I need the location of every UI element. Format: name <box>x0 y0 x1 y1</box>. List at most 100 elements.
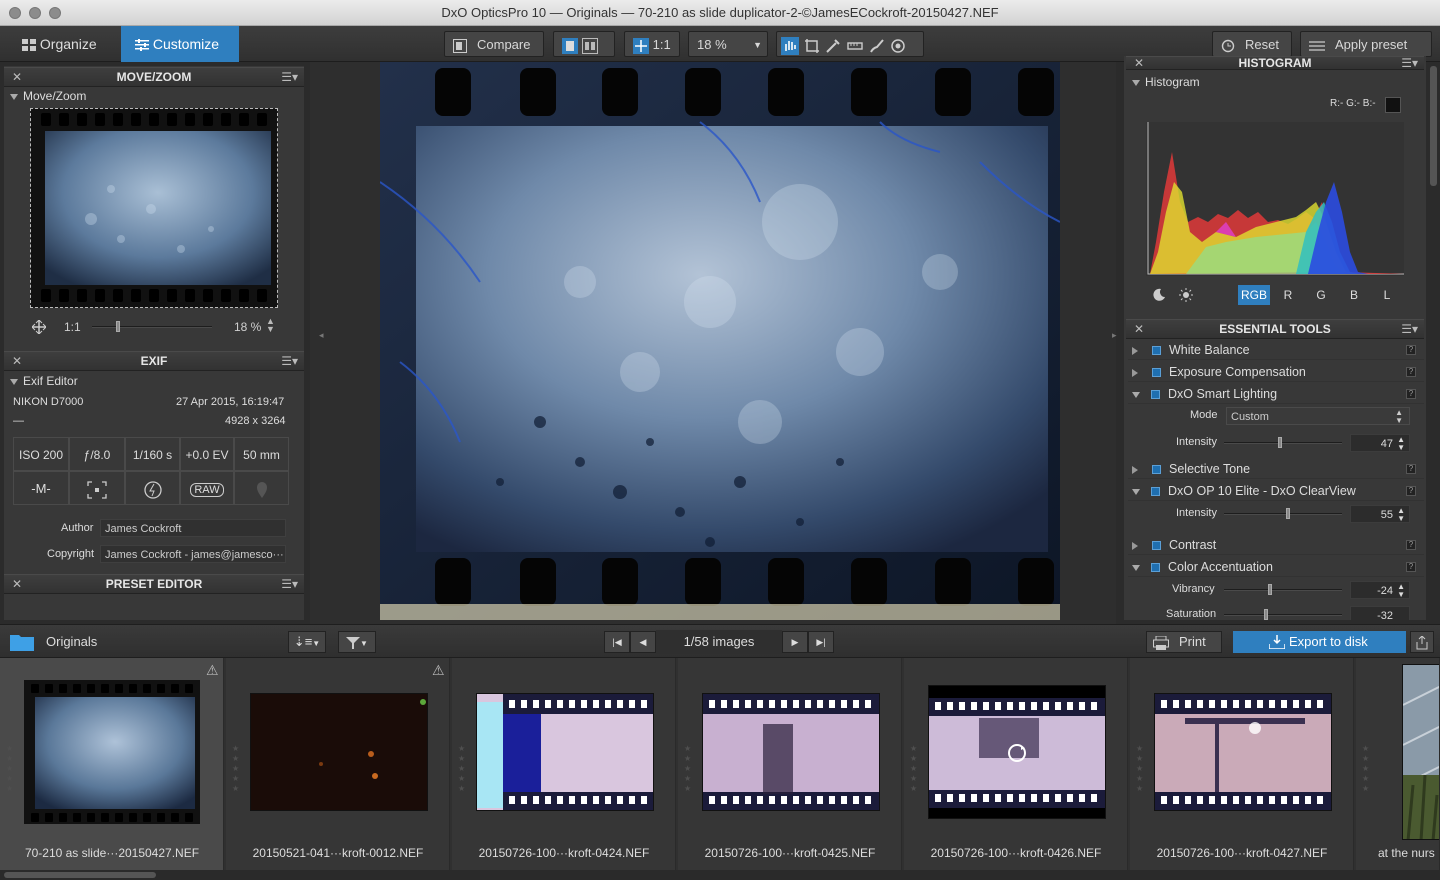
thumbnail-item[interactable]: ★ ★ ★ ★ ★ 20150726-100···kroft-0427.NEF <box>1130 658 1354 870</box>
help-icon[interactable]: ? <box>1406 345 1416 355</box>
export-to-disk-button[interactable]: Export to disk <box>1233 631 1406 653</box>
channel-rgb[interactable]: RGB <box>1238 285 1270 305</box>
tool-contrast[interactable]: Contrast? <box>1128 535 1424 555</box>
saturation-slider[interactable] <box>1224 609 1342 620</box>
help-icon[interactable]: ? <box>1406 367 1416 377</box>
help-icon[interactable]: ? <box>1406 464 1416 474</box>
rating-stars[interactable]: ★ ★ ★ ★ ★ <box>232 744 239 794</box>
thumbnail-item[interactable]: ★ ★ ★ ★ ★ ⚠ 70-210 as slide···20150427.NEF <box>0 658 224 870</box>
folder-name[interactable]: Originals <box>46 630 97 654</box>
right-panel-scrollbar[interactable] <box>1430 66 1437 186</box>
copyright-field[interactable]: James Cockroft - james@jamesco··· <box>100 545 286 563</box>
menu-icon[interactable]: ☰▾ <box>281 68 298 87</box>
close-window-button[interactable] <box>9 7 21 19</box>
tool-clearview[interactable]: DxO OP 10 Elite - DxO ClearView? <box>1128 481 1424 501</box>
close-icon[interactable]: ✕ <box>12 575 22 594</box>
tool-enable-checkbox[interactable] <box>1151 563 1160 573</box>
eyedropper-icon[interactable] <box>824 37 842 55</box>
share-button[interactable] <box>1410 631 1434 653</box>
vibrancy-slider[interactable] <box>1224 584 1342 595</box>
help-icon[interactable]: ? <box>1406 540 1416 550</box>
menu-icon[interactable]: ☰▾ <box>281 352 298 371</box>
brush-icon[interactable] <box>868 37 886 55</box>
last-image-button[interactable]: ▶| <box>808 631 834 653</box>
rating-stars[interactable]: ★ ★ ★ ★ ★ <box>910 744 917 794</box>
tool-enable-checkbox[interactable] <box>1152 368 1161 378</box>
close-icon[interactable]: ✕ <box>12 68 22 87</box>
tool-enable-checkbox[interactable] <box>1152 346 1161 356</box>
histogram-subheader[interactable]: Histogram <box>1132 75 1200 89</box>
smart-lighting-intensity-input[interactable]: 47 ▲ ▼ <box>1350 434 1410 452</box>
hand-icon[interactable] <box>781 36 799 55</box>
movezoom-subheader[interactable]: Move/Zoom <box>10 89 86 103</box>
filmstrip-scrollbar-thumb[interactable] <box>4 872 156 878</box>
tool-enable-checkbox[interactable] <box>1151 390 1160 400</box>
channel-g[interactable]: G <box>1311 285 1331 305</box>
navigator-preview[interactable] <box>30 108 278 308</box>
tab-organize[interactable]: Organize <box>8 26 121 62</box>
author-field[interactable]: James Cockroft <box>100 519 286 537</box>
zoom-window-button[interactable] <box>49 7 61 19</box>
straighten-icon[interactable] <box>846 37 864 55</box>
tool-enable-checkbox[interactable] <box>1152 465 1161 475</box>
thumbnail-item[interactable]: ★ ★ ★ ★ ★ ⚠ 20150521-041···kroft-0012.NEF <box>226 658 450 870</box>
highlight-clip-icon[interactable] <box>1179 288 1193 305</box>
thumbnail-item[interactable]: ★ ★ ★ ★ ★ at the nurs <box>1356 658 1440 870</box>
sort-button[interactable]: ⇣≡▼ <box>288 631 326 653</box>
thumbnail-item[interactable]: ★ ★ ★ ★ ★ 20150726-100···kroft-0424.NEF <box>452 658 676 870</box>
rating-stars[interactable]: ★ ★ ★ ★ ★ <box>6 744 13 794</box>
tool-smart-lighting[interactable]: DxO Smart Lighting? <box>1128 384 1424 404</box>
tab-customize[interactable]: Customize <box>121 26 239 62</box>
channel-r[interactable]: R <box>1278 285 1298 305</box>
image-viewer[interactable]: ◂ ▸ <box>310 62 1117 624</box>
rating-stars[interactable]: ★ ★ ★ ★ ★ <box>684 744 691 794</box>
zoom-slider[interactable] <box>92 321 212 332</box>
fit-zoom-control[interactable]: 1:1 <box>624 31 680 57</box>
tool-selective-tone[interactable]: Selective Tone? <box>1128 459 1424 479</box>
channel-l[interactable]: L <box>1377 285 1397 305</box>
reset-button[interactable]: Reset <box>1212 31 1292 57</box>
vibrancy-input[interactable]: -24 ▲ ▼ <box>1350 581 1410 599</box>
zoom-select[interactable]: 18 % ▼ <box>688 31 768 57</box>
clearview-intensity-input[interactable]: 55 ▲ ▼ <box>1350 505 1410 523</box>
close-icon[interactable]: ✕ <box>12 352 22 371</box>
rating-stars[interactable]: ★ ★ ★ ★ ★ <box>458 744 465 794</box>
compare-button[interactable]: Compare <box>444 31 544 57</box>
menu-icon[interactable]: ☰▾ <box>281 575 298 594</box>
minimize-window-button[interactable] <box>29 7 41 19</box>
channel-b[interactable]: B <box>1344 285 1364 305</box>
menu-icon[interactable]: ☰▾ <box>1401 57 1418 69</box>
help-icon[interactable]: ? <box>1406 562 1416 572</box>
exif-subheader[interactable]: Exif Editor <box>10 374 78 388</box>
thumbnail-item[interactable]: ★ ★ ★ ★ ★ 20150726-100···kroft-0425.NEF <box>678 658 902 870</box>
collapse-right-icon[interactable]: ▸ <box>1112 330 1117 341</box>
clearview-intensity-slider[interactable] <box>1224 508 1342 519</box>
prev-image-button[interactable]: ◀ <box>630 631 656 653</box>
move-icon[interactable] <box>32 320 46 334</box>
thumbnail-item[interactable]: ★ ★ ★ ★ ★ 20150726-100···kroft-0426.NEF <box>904 658 1128 870</box>
smart-lighting-intensity-slider[interactable] <box>1224 437 1342 448</box>
saturation-input[interactable]: -32 <box>1350 606 1410 620</box>
print-button[interactable]: Print <box>1146 631 1222 653</box>
menu-icon[interactable]: ☰▾ <box>1401 320 1418 339</box>
view-mode-selector[interactable]: ▼ <box>553 31 615 77</box>
ratio-button[interactable]: 1:1 <box>64 320 81 334</box>
next-image-button[interactable]: ▶ <box>782 631 808 653</box>
filmstrip-scrollbar-track[interactable] <box>0 870 1440 880</box>
shadow-clip-icon[interactable] <box>1152 288 1166 305</box>
collapse-left-icon[interactable]: ◂ <box>319 330 324 341</box>
red-eye-icon[interactable] <box>889 37 907 55</box>
zoom-stepper[interactable]: ▲ ▼ <box>266 317 275 334</box>
help-icon[interactable]: ? <box>1406 389 1416 399</box>
mode-select[interactable]: Custom ▲ ▼ <box>1226 407 1410 425</box>
close-icon[interactable]: ✕ <box>1134 320 1144 339</box>
tool-color-accentuation[interactable]: Color Accentuation? <box>1128 557 1424 577</box>
close-icon[interactable]: ✕ <box>1134 57 1144 69</box>
filter-button[interactable]: ▼ <box>338 631 376 653</box>
help-icon[interactable]: ? <box>1406 486 1416 496</box>
tool-exposure-compensation[interactable]: Exposure Compensation? <box>1128 362 1424 382</box>
tool-enable-checkbox[interactable] <box>1152 541 1161 551</box>
tool-white-balance[interactable]: White Balance? <box>1128 340 1424 360</box>
first-image-button[interactable]: |◀ <box>604 631 630 653</box>
rating-stars[interactable]: ★ ★ ★ ★ ★ <box>1136 744 1143 794</box>
